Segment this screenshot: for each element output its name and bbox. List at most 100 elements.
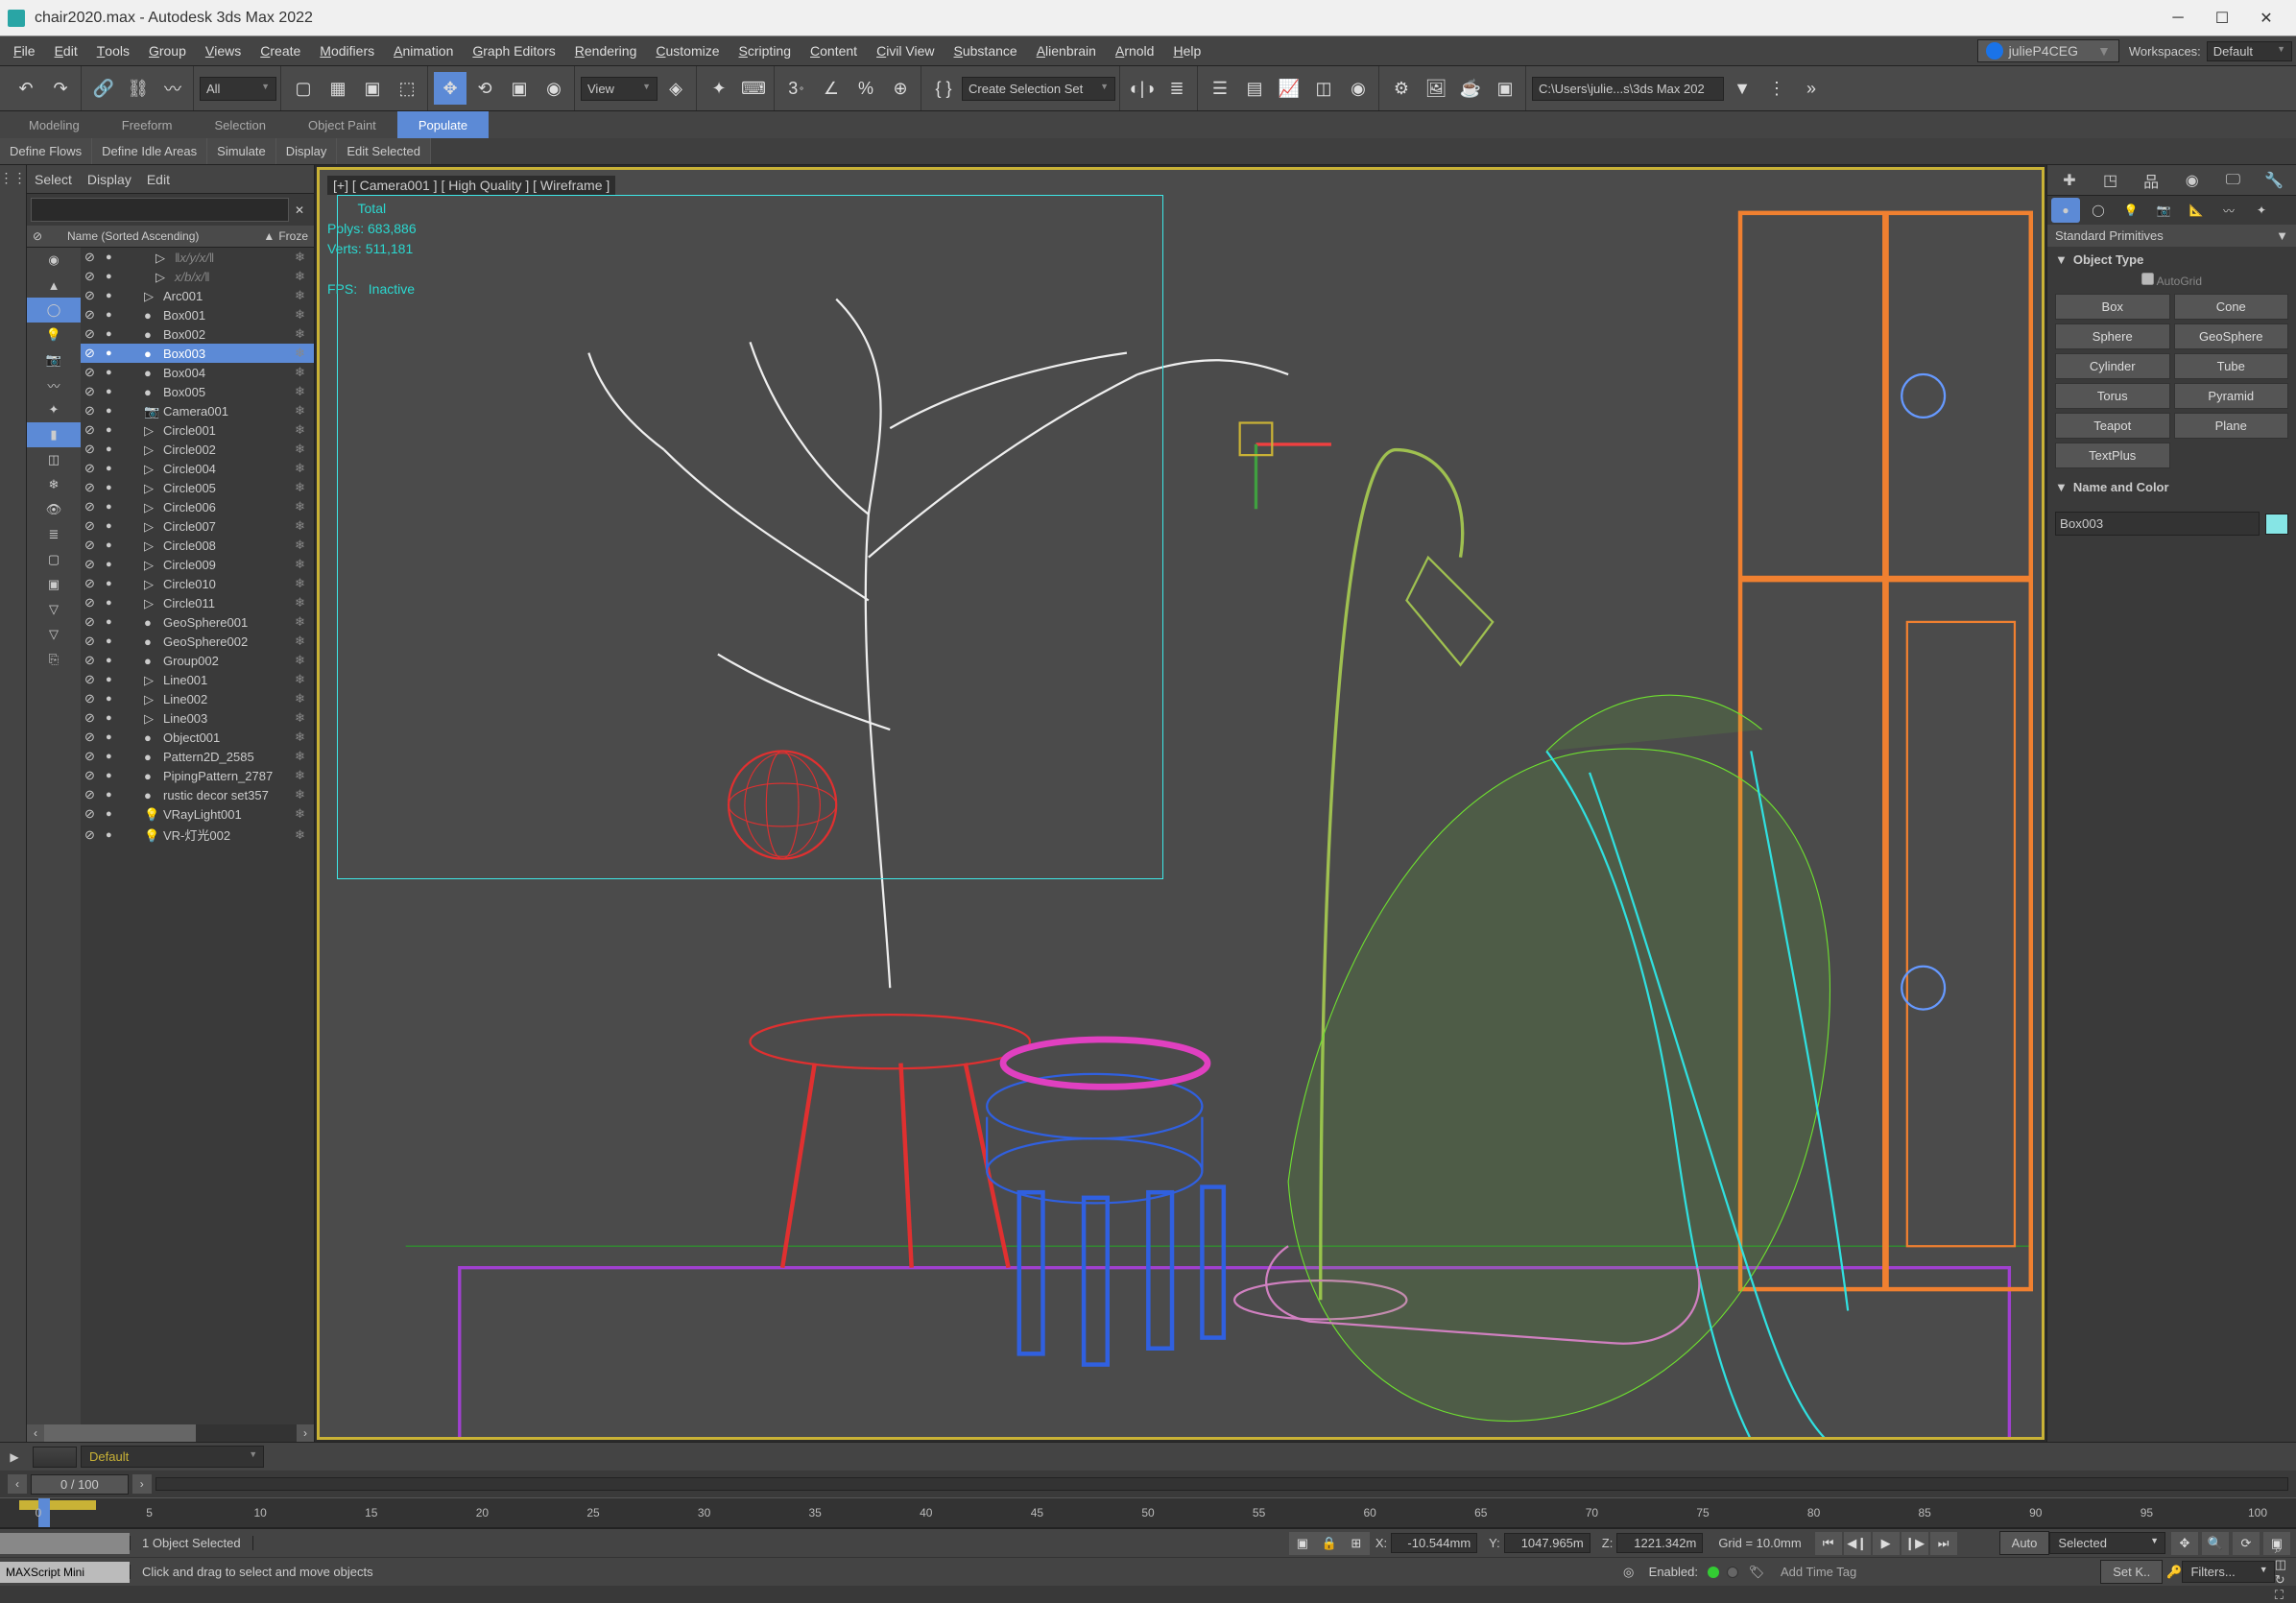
filter-geom[interactable]: ▲: [27, 273, 81, 298]
eye-icon[interactable]: ⊘: [84, 288, 100, 303]
open-autodesk-button[interactable]: ▣: [1489, 72, 1521, 105]
eye-icon[interactable]: ⊘: [84, 538, 100, 553]
eye-icon[interactable]: ⊘: [84, 710, 100, 726]
scene-item-circle005[interactable]: ⊘●▷Circle005❄: [81, 478, 314, 497]
link-button[interactable]: 🔗: [87, 72, 120, 105]
frame-next[interactable]: ›: [132, 1474, 152, 1494]
ribbon-tab-freeform[interactable]: Freeform: [101, 111, 194, 138]
maximize-button[interactable]: ☐: [2200, 0, 2244, 36]
scene-item--x-y-x-[interactable]: ⊘●▷‖x/y/x/‖❄: [81, 248, 314, 267]
scroll-thumb[interactable]: [44, 1424, 196, 1442]
mirror-button[interactable]: ◐|◑: [1126, 72, 1159, 105]
prim-torus[interactable]: Torus: [2055, 383, 2170, 409]
eye-col-header[interactable]: ⊘: [33, 229, 67, 243]
freeze-icon[interactable]: ●: [106, 463, 121, 474]
scene-list[interactable]: ⊘●▷‖x/y/x/‖❄⊘●▷x/b/x/‖❄⊘●▷Arc001❄⊘●●Box0…: [81, 248, 314, 1424]
filter-bone[interactable]: ▮: [27, 422, 81, 447]
freeze-icon[interactable]: ●: [106, 309, 121, 321]
tag-icon[interactable]: 🏷: [1746, 1562, 1767, 1583]
prev-frame[interactable]: ◀❙: [1844, 1532, 1871, 1555]
minimize-button[interactable]: ─: [2156, 0, 2200, 36]
menu-help[interactable]: Help: [1163, 36, 1210, 65]
enabled-green-dot[interactable]: [1708, 1567, 1719, 1578]
eye-icon[interactable]: ⊘: [84, 827, 100, 843]
eye-icon[interactable]: ⊘: [84, 653, 100, 668]
menu-edit[interactable]: Edit: [45, 36, 87, 65]
ribbon-tab-modeling[interactable]: Modeling: [8, 111, 101, 138]
nav-zoom[interactable]: 🔍: [2202, 1532, 2229, 1555]
filter-hidden[interactable]: 👁: [27, 497, 81, 522]
percent-snap-button[interactable]: %: [849, 72, 882, 105]
nav-pan[interactable]: ✥: [2171, 1532, 2198, 1555]
scene-item-box004[interactable]: ⊘●●Box004❄: [81, 363, 314, 382]
eye-icon[interactable]: ⊘: [84, 461, 100, 476]
curve-editor-button[interactable]: 📈: [1273, 72, 1305, 105]
dock-handle[interactable]: ⋮⋮: [0, 165, 26, 190]
eye-icon[interactable]: ⊘: [84, 346, 100, 361]
prim-cylinder[interactable]: Cylinder: [2055, 353, 2170, 379]
eye-icon[interactable]: ⊘: [84, 595, 100, 610]
menu-alienbrain[interactable]: Alienbrain: [1027, 36, 1106, 65]
eye-icon[interactable]: ⊘: [84, 480, 100, 495]
freeze-icon[interactable]: ●: [106, 751, 121, 762]
name-column-header[interactable]: Name (Sorted Ascending): [67, 229, 259, 243]
play[interactable]: ▶: [1873, 1532, 1900, 1555]
snap-button[interactable]: 3⚬: [780, 72, 813, 105]
freeze-icon[interactable]: ●: [106, 367, 121, 378]
freeze-icon[interactable]: ●: [106, 347, 121, 359]
spinner-snap-button[interactable]: ⊕: [884, 72, 917, 105]
file-path-menu[interactable]: ⋮: [1760, 72, 1793, 105]
menu-substance[interactable]: Substance: [945, 36, 1027, 65]
scene-item-box003[interactable]: ⊘●●Box003❄: [81, 344, 314, 363]
filter-container[interactable]: ◫: [27, 447, 81, 472]
render-frame-button[interactable]: 🖼: [1420, 72, 1452, 105]
move-button[interactable]: ✥: [434, 72, 466, 105]
filter-xref[interactable]: ▣: [27, 572, 81, 597]
eye-icon[interactable]: ⊘: [84, 634, 100, 649]
filter-layer[interactable]: ≣: [27, 522, 81, 547]
named-sel-button[interactable]: { }: [927, 72, 960, 105]
freeze-icon[interactable]: ●: [106, 482, 121, 493]
file-path-dropdown[interactable]: ▼: [1726, 72, 1758, 105]
nav-fov[interactable]: ◫: [2275, 1557, 2286, 1572]
create-selection-set[interactable]: Create Selection Set: [962, 77, 1115, 101]
nav-maxtoggle[interactable]: ⛶: [2275, 1588, 2286, 1603]
key-filter-selected[interactable]: Selected: [2049, 1532, 2165, 1554]
lock-button[interactable]: 🔒: [1316, 1532, 1343, 1555]
nav-orbit[interactable]: ⟳: [2233, 1532, 2260, 1555]
menu-rendering[interactable]: Rendering: [565, 36, 647, 65]
geometry-category[interactable]: ●: [2051, 198, 2080, 223]
scene-item-circle006[interactable]: ⊘●▷Circle006❄: [81, 497, 314, 516]
freeze-icon[interactable]: ●: [106, 712, 121, 724]
eye-icon[interactable]: ⊘: [84, 557, 100, 572]
goto-end[interactable]: ⏭: [1930, 1532, 1957, 1555]
eye-icon[interactable]: ⊘: [84, 365, 100, 380]
scene-item-vr-002[interactable]: ⊘●💡VR-灯光002❄: [81, 824, 314, 846]
layer-explorer-button[interactable]: ☰: [1204, 72, 1236, 105]
freeze-icon[interactable]: ●: [106, 520, 121, 532]
render-setup-button[interactable]: ⚙: [1385, 72, 1418, 105]
file-path[interactable]: C:\Users\julie...s\3ds Max 202: [1532, 77, 1724, 101]
menu-arnold[interactable]: Arnold: [1106, 36, 1163, 65]
undo-button[interactable]: ↶: [10, 72, 42, 105]
bind-button[interactable]: 〰: [156, 72, 189, 105]
material-editor-button[interactable]: ◉: [1342, 72, 1375, 105]
scroll-right[interactable]: ›: [297, 1424, 314, 1442]
rotate-button[interactable]: ⟲: [468, 72, 501, 105]
scale-button[interactable]: ▣: [503, 72, 536, 105]
viewport-label[interactable]: [+] [ Camera001 ] [ High Quality ] [ Wir…: [327, 176, 615, 195]
scene-item-circle001[interactable]: ⊘●▷Circle001❄: [81, 420, 314, 440]
freeze-icon[interactable]: ●: [106, 290, 121, 301]
prim-box[interactable]: Box: [2055, 294, 2170, 320]
cameras-category[interactable]: 📷: [2149, 198, 2178, 223]
prim-tube[interactable]: Tube: [2174, 353, 2289, 379]
filter-all[interactable]: ◉: [27, 248, 81, 273]
prim-teapot[interactable]: Teapot: [2055, 413, 2170, 439]
pivot-button[interactable]: ◈: [659, 72, 692, 105]
freeze-icon[interactable]: ●: [106, 808, 121, 820]
eye-icon[interactable]: ⊘: [84, 806, 100, 822]
freeze-icon[interactable]: ●: [106, 405, 121, 417]
angle-snap-button[interactable]: ∠: [815, 72, 848, 105]
scene-item-geosphere002[interactable]: ⊘●●GeoSphere002❄: [81, 632, 314, 651]
se-select-menu[interactable]: Select: [35, 172, 72, 187]
